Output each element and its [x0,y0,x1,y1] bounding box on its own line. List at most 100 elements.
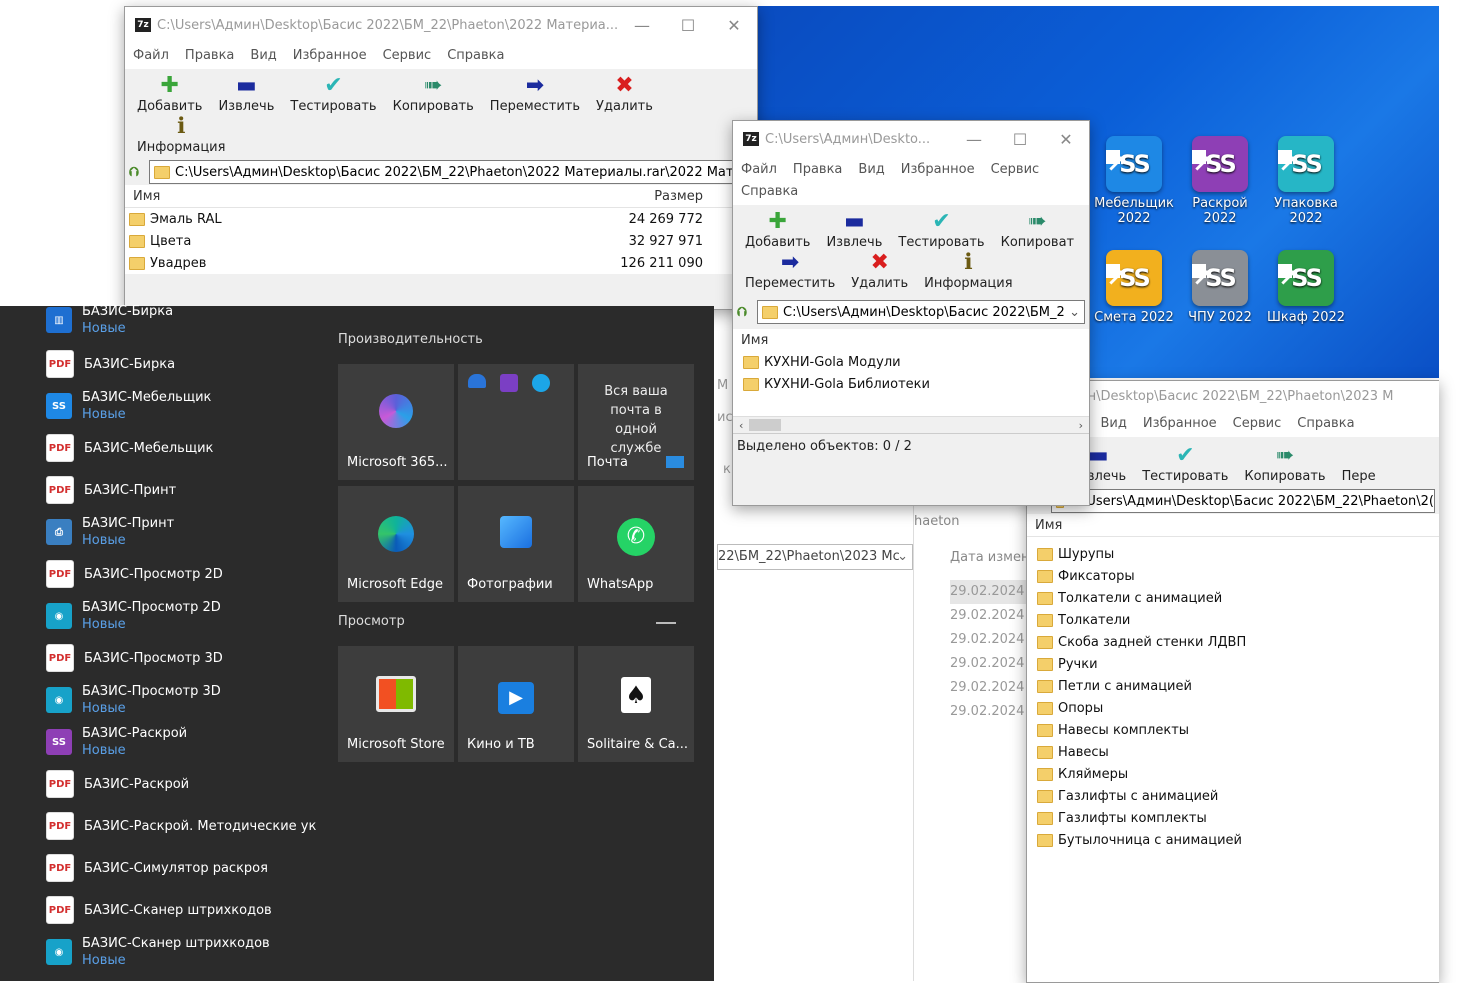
start-app-item[interactable]: PDF БАЗИС-Симулятор раскроя [46,848,316,888]
chevron-down-icon[interactable]: ⌄ [1069,305,1084,320]
toolbar-button[interactable]: ➠ Копировать [1236,443,1333,484]
minimize-button[interactable]: — [951,130,997,149]
start-app-item[interactable]: PDF БАЗИС-Раскрой [46,764,316,804]
list-item[interactable]: Ручки [1027,653,1439,675]
start-app-item[interactable]: PDF БАЗИС-Мебельщик [46,428,316,468]
menu-item[interactable]: Избранное [1143,413,1217,435]
start-app-item[interactable]: ◉ БАЗИС-Просмотр 3D Новые [46,680,316,720]
toolbar-button[interactable]: ▬ Извлечь [818,209,890,250]
close-button[interactable]: ✕ [1043,130,1089,149]
start-app-item[interactable]: SS БАЗИС-Мебельщик Новые [46,386,316,426]
toolbar-button[interactable]: ✔ Тестировать [282,73,384,114]
desktop-shortcut[interactable]: SS ↗ Раскрой 2022 [1178,136,1262,226]
start-app-item[interactable]: PDF БАЗИС-Просмотр 2D [46,554,316,594]
up-folder-icon[interactable]: ⮉ [737,305,757,320]
maximize-button[interactable]: ☐ [665,16,711,35]
list-item[interactable]: Увадрев 126 211 090 [125,252,757,274]
minimize-button[interactable]: — [619,16,665,35]
list-item[interactable]: Навесы комплекты [1027,719,1439,741]
tile-solitaire[interactable]: ♠ Solitaire & Ca... [578,646,694,762]
menu-item[interactable]: Правка [793,159,842,181]
list-item[interactable]: Толкатели [1027,609,1439,631]
start-app-item[interactable]: PDF БАЗИС-Просмотр 3D [46,638,316,678]
address-field[interactable]: C:\Users\Админ\Desktop\Басис 2022\БМ_22\… [149,160,753,184]
start-app-item[interactable]: ⎙ БАЗИС-Принт Новые [46,512,316,552]
start-app-item[interactable]: ◉ БАЗИС-Просмотр 2D Новые [46,596,316,636]
chevron-down-icon[interactable]: ⌄ [897,545,908,569]
list-item[interactable]: Цвета 32 927 971 [125,230,757,252]
start-app-item[interactable]: PDF БАЗИС-Раскрой. Методические ук... [46,806,316,846]
desktop-shortcut[interactable]: SS ↗ Мебельщик 2022 [1092,136,1176,226]
toolbar-button[interactable]: ✖ Удалить [843,250,916,291]
toolbar-button[interactable]: ▬ Извлечь [210,73,282,114]
menu-item[interactable]: Вид [250,45,276,67]
desktop-shortcut[interactable]: SS ↗ Упаковка 2022 [1264,136,1348,226]
menu-item[interactable]: Избранное [901,159,975,181]
toolbar-button[interactable]: Пере [1334,443,1384,484]
menu-item[interactable]: Файл [133,45,169,67]
desktop-shortcut[interactable]: SS ↗ Шкаф 2022 [1264,250,1348,325]
tile-microsoft-store[interactable]: Microsoft Store [338,646,454,762]
tile-movies-tv[interactable]: ▶ Кино и ТВ [458,646,574,762]
toolbar-button[interactable]: ✔ Тестировать [890,209,992,250]
group-collapse-icon[interactable] [656,622,676,624]
horizontal-scrollbar[interactable]: ‹ › [733,416,1089,433]
menu-item[interactable]: Избранное [293,45,367,67]
list-item[interactable]: Бутылочница с анимацией [1027,829,1439,851]
list-item[interactable]: КУХНИ-Gola Библиотеки [739,373,1089,395]
list-item[interactable]: Газлифты комплекты [1027,807,1439,829]
menu-item[interactable]: Справка [741,181,798,203]
tile-photos[interactable]: Фотографии [458,486,574,602]
toolbar-button[interactable]: ℹ Информация [916,250,1020,291]
menu-item[interactable]: Справка [447,45,504,67]
tile-microsoft-365[interactable]: Microsoft 365... [338,364,454,480]
list-item[interactable]: Петли с анимацией [1027,675,1439,697]
start-app-item[interactable]: SS БАЗИС-Раскрой Новые [46,722,316,762]
tile-whatsapp[interactable]: ✆ WhatsApp [578,486,694,602]
list-item[interactable]: КУХНИ-Gola Модули [739,351,1089,373]
menu-item[interactable]: Сервис [991,159,1040,181]
address-field[interactable]: C:\Users\Админ\Desktop\Басис 2022\БМ_2 ⌄ [757,300,1085,324]
toolbar-button[interactable]: ➠ Копироват [993,209,1083,250]
start-app-item[interactable]: ▥ БАЗИС-Бирка Новые [46,300,316,340]
bg-address-field[interactable]: 22\БМ_22\Phaeton\2023 Мс ⌄ [717,544,913,570]
column-header-name[interactable]: Имя [1035,518,1062,533]
list-item[interactable]: Шурупы [1027,543,1439,565]
column-header-date[interactable]: Дата измен [950,550,1029,565]
toolbar-button[interactable]: ℹ Информация [129,114,233,155]
start-app-item[interactable]: ◉ БАЗИС-Сканер штрихкодов Новые [46,932,316,972]
list-item[interactable]: Навесы [1027,741,1439,763]
menu-item[interactable]: Файл [741,159,777,181]
maximize-button[interactable]: ☐ [997,130,1043,149]
list-item[interactable]: Фиксаторы [1027,565,1439,587]
toolbar-button[interactable]: ✔ Тестировать [1134,443,1236,484]
title-bar[interactable]: 7z C:\Users\Админ\Deskto... — ☐ ✕ [733,121,1089,157]
menu-item[interactable]: Вид [1100,413,1126,435]
up-folder-icon[interactable]: ⮉ [129,165,149,180]
title-bar[interactable]: 7z C:\Users\Админ\Desktop\Басис 2022\БМ_… [125,7,757,43]
scroll-right-icon[interactable]: › [1073,419,1089,432]
desktop-shortcut[interactable]: SS ↗ ЧПУ 2022 [1178,250,1262,325]
address-field[interactable]: C:\Users\Админ\Desktop\Басис 2022\БМ_22\… [1051,489,1435,513]
list-item[interactable]: Толкатели с анимацией [1027,587,1439,609]
scroll-left-icon[interactable]: ‹ [733,419,749,432]
list-item[interactable]: Газлифты с анимацией [1027,785,1439,807]
start-app-item[interactable]: PDF БАЗИС-Бирка [46,344,316,384]
menu-item[interactable]: Вид [858,159,884,181]
column-header-name[interactable]: Имя [133,189,583,204]
tile-microsoft-edge[interactable]: Microsoft Edge [338,486,454,602]
toolbar-button[interactable]: ✖ Удалить [588,73,661,114]
list-item[interactable]: Эмаль RAL 24 269 772 [125,208,757,230]
toolbar-button[interactable]: ✚ Добавить [129,73,210,114]
start-app-item[interactable]: PDF БАЗИС-Сканер штрихкодов [46,890,316,930]
desktop-shortcut[interactable]: SS ↗ Смета 2022 [1092,250,1176,325]
toolbar-button[interactable]: ➡ Переместить [737,250,843,291]
menu-item[interactable]: Правка [185,45,234,67]
tile-office-apps[interactable] [458,364,574,480]
tile-mail[interactable]: Вся ваша почта в одной службе Почта [578,364,694,480]
start-app-item[interactable]: PDF БАЗИС-Принт [46,470,316,510]
close-button[interactable]: ✕ [711,16,757,35]
menu-item[interactable]: Сервис [1233,413,1282,435]
list-item[interactable]: Скоба задней стенки ЛДВП [1027,631,1439,653]
column-header-name[interactable]: Имя [741,333,768,348]
